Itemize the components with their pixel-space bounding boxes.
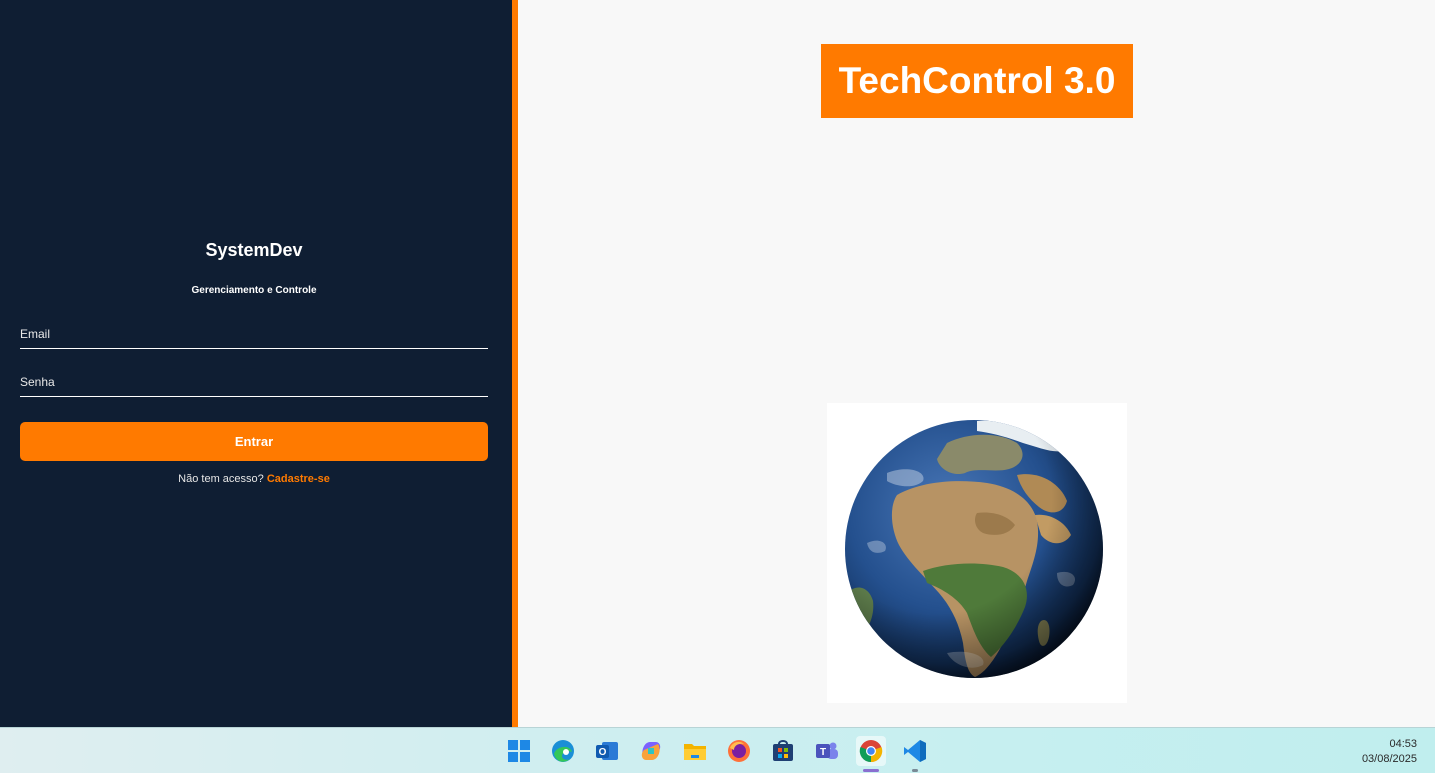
hero-title: TechControl 3.0	[838, 60, 1116, 101]
vscode-icon[interactable]	[900, 736, 930, 772]
globe-image	[827, 403, 1127, 703]
globe-illustration	[845, 420, 1103, 678]
firefox-icon[interactable]	[724, 736, 754, 766]
system-clock[interactable]: 04:53 03/08/2025	[1362, 737, 1417, 767]
clock-date: 03/08/2025	[1361, 753, 1417, 765]
file-explorer-icon[interactable]	[680, 736, 710, 766]
panel-divider	[512, 0, 518, 727]
running-app-indicator	[912, 769, 918, 772]
chrome-icon[interactable]	[856, 736, 886, 772]
signup-prompt-text: Não tem acesso?	[178, 473, 264, 485]
taskbar: O T 04:53 03/08/2025	[0, 727, 1435, 773]
password-field[interactable]	[20, 367, 488, 397]
hero-title-box: TechControl 3.0	[821, 44, 1133, 118]
signup-link[interactable]: Cadastre-se	[267, 473, 330, 485]
microsoft-store-icon[interactable]	[768, 736, 798, 766]
outlook-icon[interactable]: O	[592, 736, 622, 766]
brand-tagline: Gerenciamento e Controle	[191, 285, 317, 296]
windows-start-icon[interactable]	[504, 736, 534, 766]
svg-text:O: O	[599, 747, 607, 758]
edge-icon[interactable]	[548, 736, 578, 766]
login-panel: SystemDev Gerenciamento e Controle Entra…	[0, 0, 512, 727]
teams-icon[interactable]: T	[812, 736, 842, 766]
copilot-icon[interactable]	[636, 736, 666, 766]
clock-time: 04:53	[1389, 738, 1417, 750]
login-button[interactable]: Entrar	[20, 422, 488, 461]
active-app-indicator	[863, 769, 879, 772]
email-field[interactable]	[20, 319, 488, 349]
svg-text:T: T	[820, 747, 826, 758]
brand-name: SystemDev	[205, 240, 303, 260]
signup-prompt: Não tem acesso? Cadastre-se	[0, 473, 508, 485]
